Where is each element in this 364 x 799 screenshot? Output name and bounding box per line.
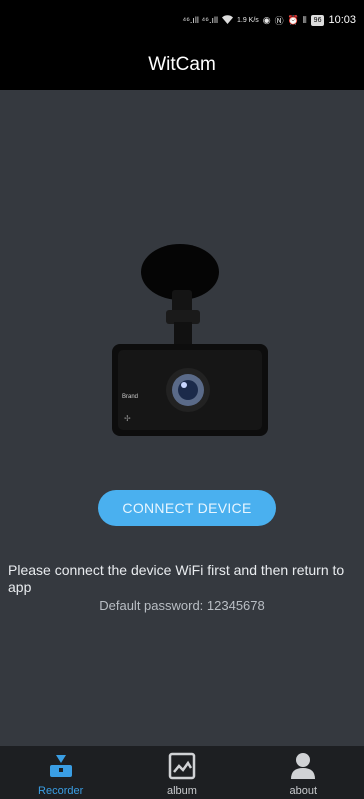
eye-icon: ◉ [262,14,271,25]
album-icon [168,752,196,780]
nav-label-recorder: Recorder [38,785,84,797]
recorder-icon [49,755,72,777]
connect-device-button[interactable]: CONNECT DEVICE [98,490,276,526]
nav-label-about: about [289,785,318,797]
bottom-nav: Recorder album about [0,746,364,799]
nav-label-album: album [167,785,197,797]
nav-item-recorder[interactable]: Recorder [0,746,121,799]
svg-text:✢: ✢ [124,414,131,423]
nfc-icon: Ⓝ [274,15,284,26]
wifi-icon [222,14,233,26]
app-title: WitCam [148,54,216,75]
brand-label: Brand [122,394,138,400]
main-content: Brand ✢ CONNECT DEVICE Please connect th… [0,90,364,746]
battery-icon: 96 [310,14,325,26]
clock-time: 10:03 [328,14,356,26]
dashcam-image: Brand ✢ [112,244,268,436]
default-password-text: Default password: 12345678 [99,598,265,613]
nav-item-album[interactable]: album [121,746,242,799]
network-speed: 1.9 K/s [237,16,259,24]
vibrate-icon: ⫴ [302,14,307,25]
app-title-bar: WitCam [0,40,364,90]
alarm-icon: ⏰ [287,14,299,25]
signal-icon: ⁴⁶.ıll ⁴⁶.ıll [182,15,218,25]
instruction-text: Please connect the device WiFi first and… [8,562,345,595]
status-bar: ⁴⁶.ıll ⁴⁶.ıll 1.9 K/s ◉ Ⓝ ⏰ ⫴ 96 10:03 [0,0,364,40]
person-icon [291,753,316,779]
nav-item-about[interactable]: about [243,746,364,799]
